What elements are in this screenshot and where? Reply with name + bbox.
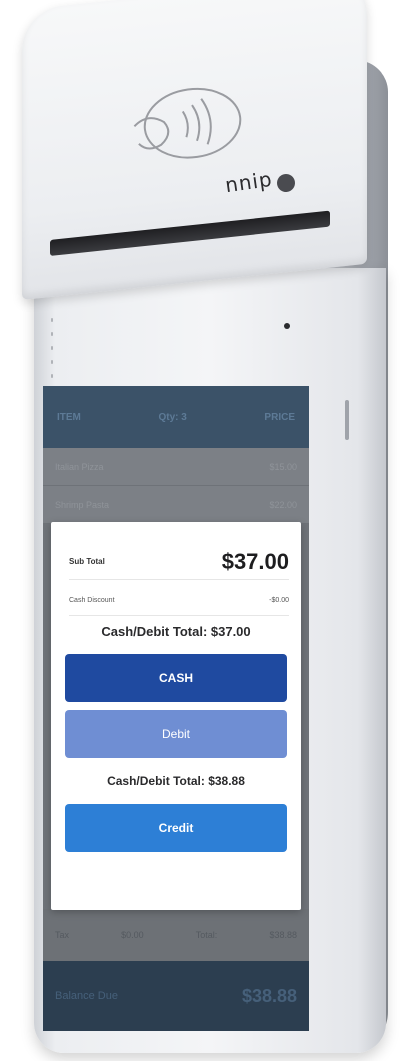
item-price: $15.00: [269, 461, 297, 472]
subtotal-label: Sub Total: [69, 557, 105, 566]
cash-discount-label: Cash Discount: [69, 597, 115, 604]
totals-row: Tax $0.00 Total: $38.88: [43, 909, 309, 961]
total-value: $38.88: [269, 930, 297, 940]
credit-total: Cash/Debit Total: $38.88: [107, 774, 245, 788]
item-price: $22.00: [269, 499, 297, 510]
header-qty: Qty: 3: [158, 411, 187, 423]
side-button[interactable]: [345, 400, 349, 440]
front-camera: [284, 323, 290, 329]
contactless-payment-icon: [133, 87, 242, 159]
header-item: ITEM: [57, 411, 81, 423]
sensor-indicator: [51, 318, 57, 378]
cash-button[interactable]: CASH: [65, 654, 287, 702]
cash-debit-total: Cash/Debit Total: $37.00: [101, 624, 251, 639]
balance-due-bar: Balance Due $38.88: [43, 961, 309, 1031]
subtotal-row: Sub Total $37.00: [69, 544, 289, 580]
item-name: Shrimp Pasta: [55, 499, 110, 510]
table-row[interactable]: Italian Pizza $15.00: [43, 448, 309, 486]
table-row[interactable]: Shrimp Pasta $22.00: [43, 486, 309, 524]
total-label: Total:: [195, 930, 218, 940]
cash-discount-value: -$0.00: [269, 597, 289, 604]
balance-due-label: Balance Due: [55, 990, 118, 1002]
tax-value: $0.00: [121, 930, 144, 940]
pos-screen: ITEM Qty: 3 PRICE Italian Pizza $15.00 S…: [43, 386, 309, 1031]
order-table-header: ITEM Qty: 3 PRICE: [43, 386, 309, 448]
subtotal-value: $37.00: [221, 548, 289, 574]
item-name: Italian Pizza: [55, 461, 104, 472]
tax-label: Tax: [55, 930, 70, 940]
debit-button[interactable]: Debit: [65, 710, 287, 758]
credit-button[interactable]: Credit: [65, 804, 287, 852]
cash-discount-row: Cash Discount -$0.00: [69, 586, 289, 616]
payment-method-dialog: Sub Total $37.00 Cash Discount -$0.00 Ca…: [51, 522, 301, 910]
pos-device-scene: nnip ITEM Qty: 3 PRICE Italian Pizza $15…: [0, 0, 415, 1061]
balance-due-amount: $38.88: [241, 985, 297, 1006]
header-price: PRICE: [264, 411, 295, 423]
